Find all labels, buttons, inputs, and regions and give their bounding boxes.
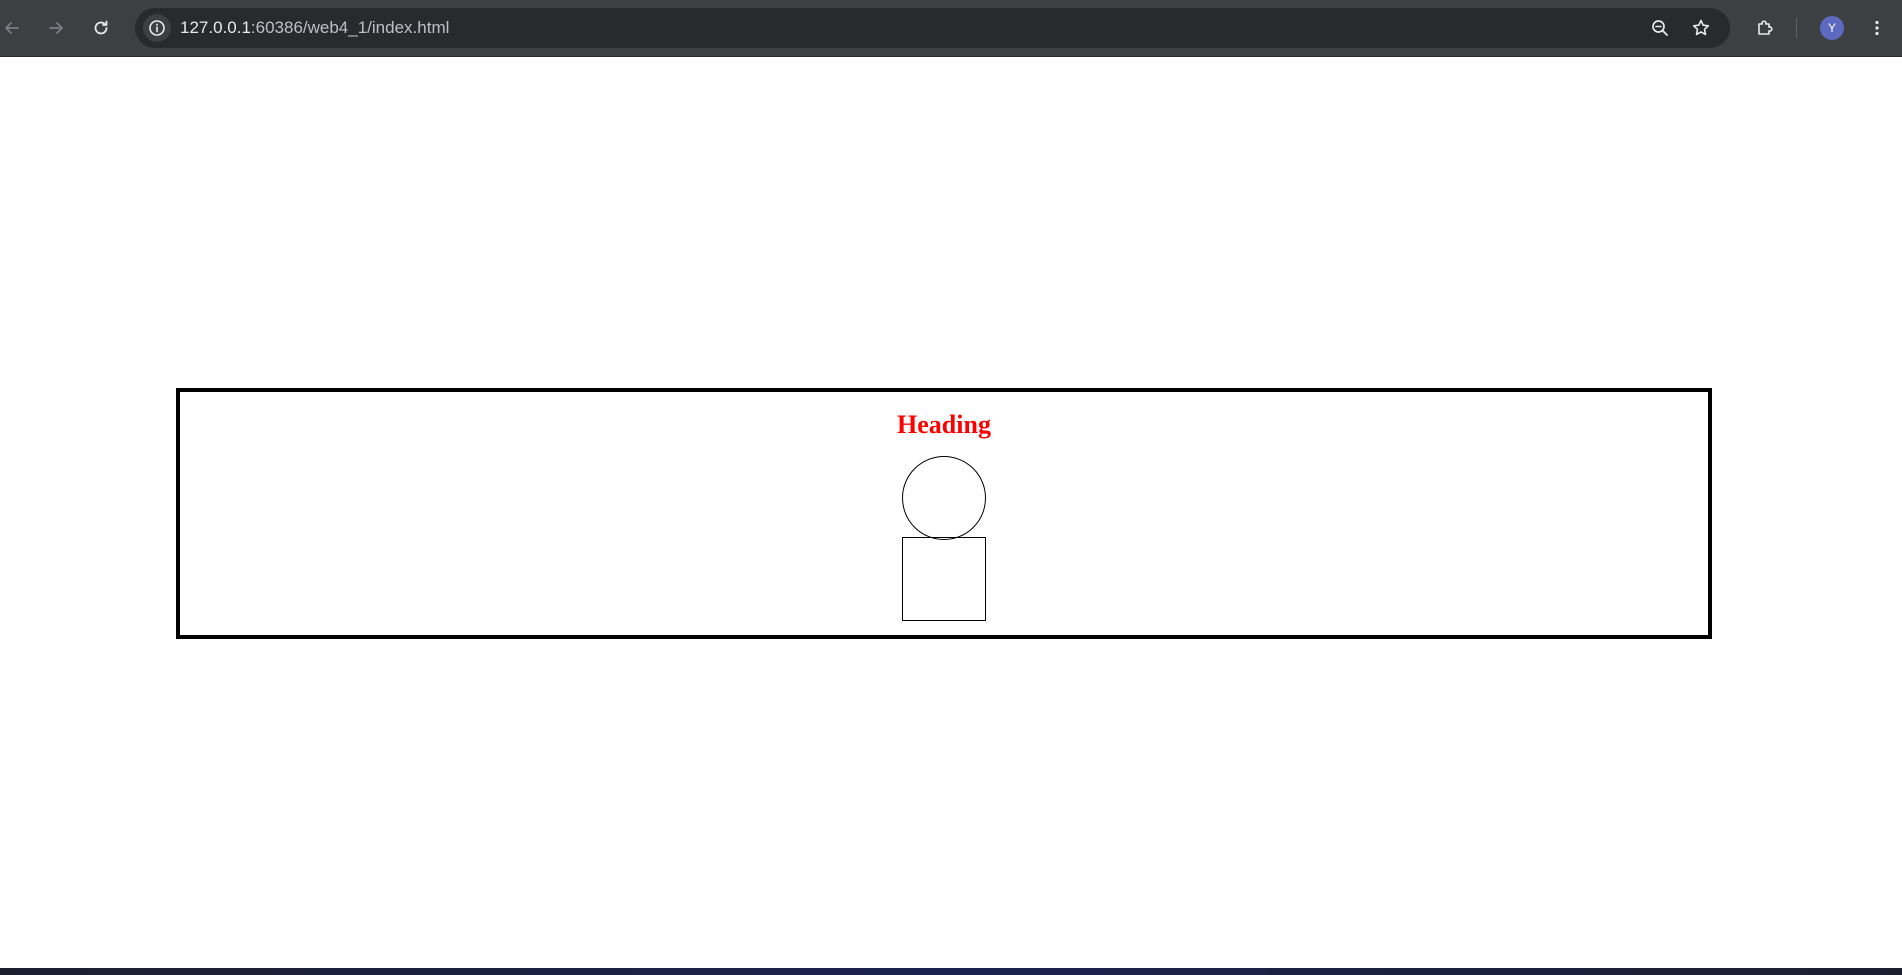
puzzle-icon [1758,20,1773,35]
browser-toolbar: 127.0.0.1:60386/web4_1/index.html Y [0,0,1902,57]
reload-icon [94,20,108,35]
forward-button[interactable] [39,11,73,45]
browser-menu-button[interactable] [1860,11,1894,45]
profile-avatar[interactable]: Y [1820,16,1844,40]
toolbar-divider [1796,18,1797,38]
arrow-left-icon [5,22,19,34]
circle-shape [902,456,986,540]
url-path: :60386/web4_1/index.html [250,18,450,37]
taskbar-edge [0,968,1902,975]
arrow-right-icon [49,22,63,34]
url-host: 127.0.0.1 [180,18,251,37]
site-info-button[interactable] [143,14,171,42]
address-bar[interactable]: 127.0.0.1:60386/web4_1/index.html [135,8,1730,48]
reload-button[interactable] [84,11,118,45]
bookmark-button[interactable] [1687,14,1715,42]
info-icon [149,20,165,36]
zoom-button[interactable] [1646,14,1674,42]
kebab-menu-icon [1875,20,1879,36]
zoom-out-icon [1652,20,1668,36]
bordered-container: Heading [176,388,1712,639]
page-heading: Heading [897,410,991,439]
back-button[interactable] [0,11,29,45]
extensions-button[interactable] [1748,11,1782,45]
url-text[interactable]: 127.0.0.1:60386/web4_1/index.html [180,18,449,38]
square-shape [902,537,986,621]
page-viewport: Heading [0,58,1902,968]
star-icon [1692,19,1710,36]
